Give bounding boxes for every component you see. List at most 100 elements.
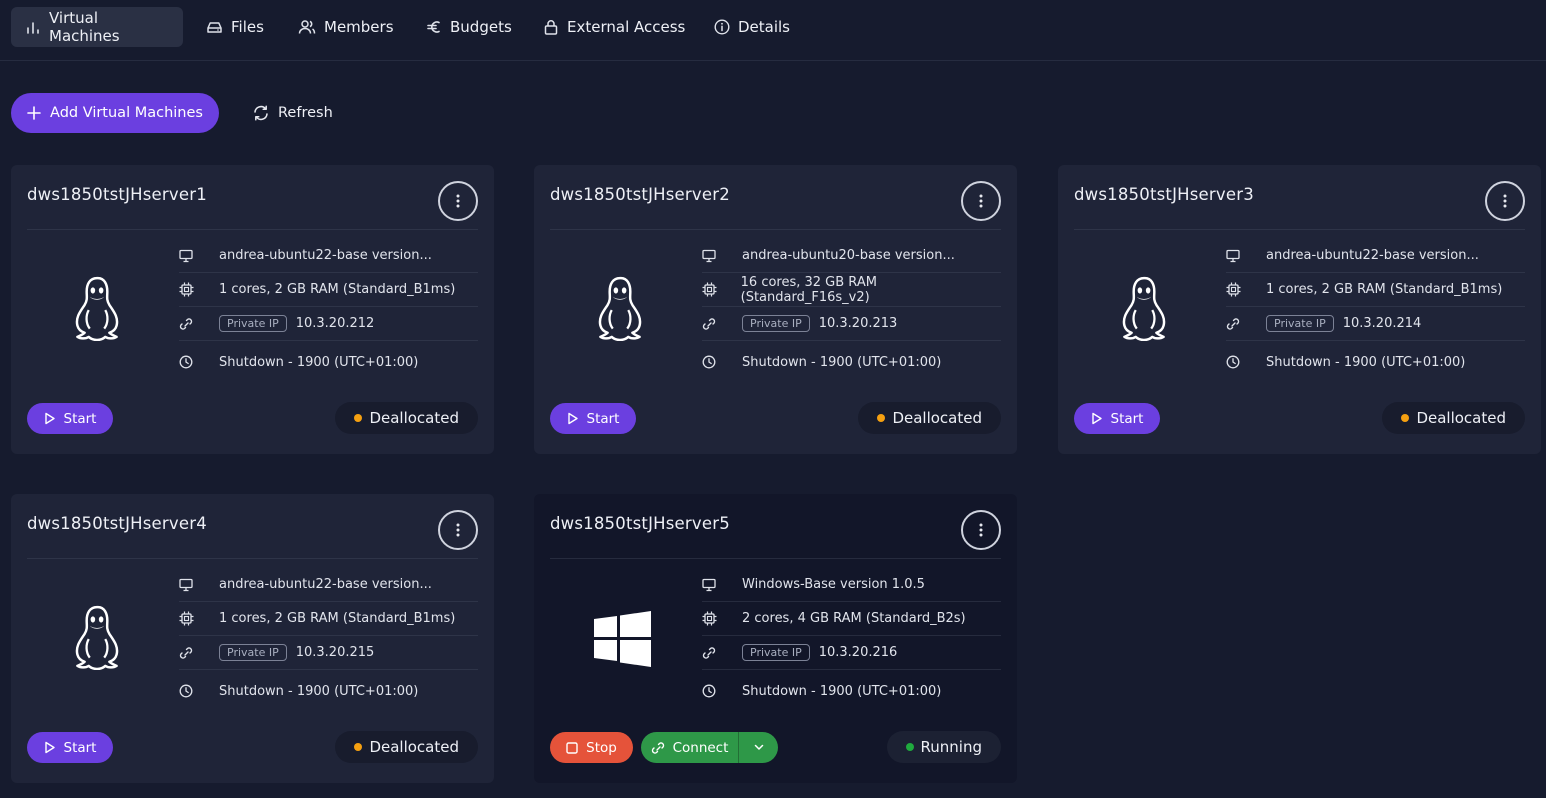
private-ip-badge: Private IP (742, 644, 810, 661)
vm-ip-row: Private IP 10.3.20.214 (1226, 307, 1525, 341)
vm-image-row: andrea-ubuntu20-base version... (702, 239, 1001, 273)
add-label: Add Virtual Machines (50, 105, 203, 121)
vm-image-row: Windows-Base version 1.0.5 (702, 568, 1001, 602)
vm-image-row: andrea-ubuntu22-base version... (179, 239, 478, 273)
play-icon (567, 412, 578, 425)
status-dot (1401, 414, 1410, 422)
stop-square-icon (566, 741, 578, 754)
tab-label: Files (231, 18, 264, 36)
vm-ip: 10.3.20.216 (818, 645, 898, 660)
euro-icon (427, 21, 440, 33)
status-badge: Deallocated (1382, 402, 1525, 434)
status-dot (877, 414, 886, 422)
private-ip-badge: Private IP (219, 644, 287, 661)
linux-tux-icon (75, 605, 119, 670)
tab-files[interactable]: Files (192, 7, 278, 47)
status-dot (354, 743, 363, 751)
private-ip-badge: Private IP (742, 315, 810, 332)
vm-size-row: 1 cores, 2 GB RAM (Standard_B1ms) (179, 273, 478, 307)
refresh-icon (254, 105, 268, 121)
start-button[interactable]: Start (27, 732, 113, 763)
link-icon (1226, 317, 1240, 330)
more-options-button[interactable] (438, 510, 478, 550)
private-ip-badge: Private IP (219, 315, 287, 332)
start-button[interactable]: Start (1074, 403, 1160, 434)
monitor-icon (179, 249, 193, 262)
divider (550, 229, 1001, 230)
divider (27, 229, 478, 230)
vm-image: andrea-ubuntu22-base version... (219, 577, 432, 592)
more-options-button[interactable] (961, 510, 1001, 550)
status-dot (905, 743, 914, 751)
linux-tux-icon (1122, 276, 1166, 341)
vm-size: 1 cores, 2 GB RAM (Standard_B1ms) (219, 611, 456, 626)
connect-split-button: Connect (641, 732, 778, 763)
cpu-icon (179, 611, 194, 626)
kebab-menu-icon (456, 194, 460, 208)
tab-details[interactable]: Details (700, 7, 804, 47)
private-ip-badge: Private IP (1266, 315, 1334, 332)
add-virtual-machines-button[interactable]: Add Virtual Machines (11, 93, 219, 133)
clock-icon (179, 355, 193, 369)
tab-budgets[interactable]: Budgets (412, 7, 526, 47)
bar-chart-icon (27, 22, 39, 34)
vm-ip: 10.3.20.214 (1342, 316, 1422, 331)
cpu-icon (179, 282, 194, 297)
status-badge: Running (886, 731, 1001, 763)
vm-ip: 10.3.20.212 (295, 316, 375, 331)
stop-label: Stop (586, 739, 617, 756)
users-icon (298, 20, 316, 34)
more-options-button[interactable] (961, 181, 1001, 221)
refresh-button[interactable]: Refresh (252, 93, 333, 133)
vm-name: dws1850tstJHserver4 (27, 514, 207, 533)
more-options-button[interactable] (1485, 181, 1525, 221)
more-options-button[interactable] (438, 181, 478, 221)
stop-button[interactable]: Stop (550, 732, 633, 763)
vm-ip: 10.3.20.213 (818, 316, 898, 331)
vm-image: andrea-ubuntu20-base version... (742, 248, 955, 263)
play-icon (1091, 412, 1102, 425)
tab-external-access[interactable]: External Access (529, 7, 699, 47)
tab-virtual-machines[interactable]: Virtual Machines (11, 7, 183, 47)
vm-schedule-row: Shutdown - 1900 (UTC+01:00) (702, 674, 1001, 708)
vm-size-row: 1 cores, 2 GB RAM (Standard_B1ms) (1226, 273, 1525, 307)
tab-label: Virtual Machines (49, 9, 120, 45)
vm-size-row: 1 cores, 2 GB RAM (Standard_B1ms) (179, 602, 478, 636)
vm-ip-row: Private IP 10.3.20.215 (179, 636, 478, 670)
vm-image: andrea-ubuntu22-base version... (219, 248, 432, 263)
vm-name: dws1850tstJHserver3 (1074, 185, 1254, 204)
start-label: Start (63, 410, 97, 427)
vm-schedule-row: Shutdown - 1900 (UTC+01:00) (1226, 345, 1525, 379)
divider (1074, 229, 1525, 230)
monitor-icon (702, 578, 716, 591)
link-icon (651, 741, 664, 754)
play-icon (44, 741, 55, 754)
tab-label: Details (738, 18, 791, 36)
linux-tux-icon (75, 276, 119, 341)
plus-icon (27, 106, 41, 120)
cpu-icon (702, 611, 717, 626)
divider (550, 558, 1001, 559)
tab-label: Members (324, 18, 394, 36)
vm-size: 2 cores, 4 GB RAM (Standard_B2s) (742, 611, 966, 626)
vm-schedule: Shutdown - 1900 (UTC+01:00) (219, 354, 419, 370)
tab-bar: Virtual Machines Files Members Budgets E… (0, 0, 1546, 61)
connect-dropdown-button[interactable] (739, 744, 778, 751)
start-button[interactable]: Start (550, 403, 636, 434)
lock-icon (544, 20, 558, 35)
start-button[interactable]: Start (27, 403, 113, 434)
connect-button[interactable]: Connect (641, 732, 739, 763)
windows-logo-icon (594, 611, 651, 667)
chevron-down-icon (754, 744, 763, 750)
status-label: Deallocated (1416, 409, 1506, 427)
drive-icon (207, 22, 222, 33)
tab-members[interactable]: Members (284, 7, 408, 47)
refresh-label: Refresh (278, 105, 333, 121)
vm-size: 16 cores, 32 GB RAM (Standard_F16s_v2) (740, 274, 877, 305)
status-badge: Deallocated (335, 402, 478, 434)
vm-card: dws1850tstJHserver1 andrea-ubuntu22-base… (11, 165, 494, 454)
cpu-icon (702, 282, 717, 297)
start-label: Start (586, 410, 620, 427)
cpu-icon (1226, 282, 1241, 297)
link-icon (702, 317, 716, 330)
